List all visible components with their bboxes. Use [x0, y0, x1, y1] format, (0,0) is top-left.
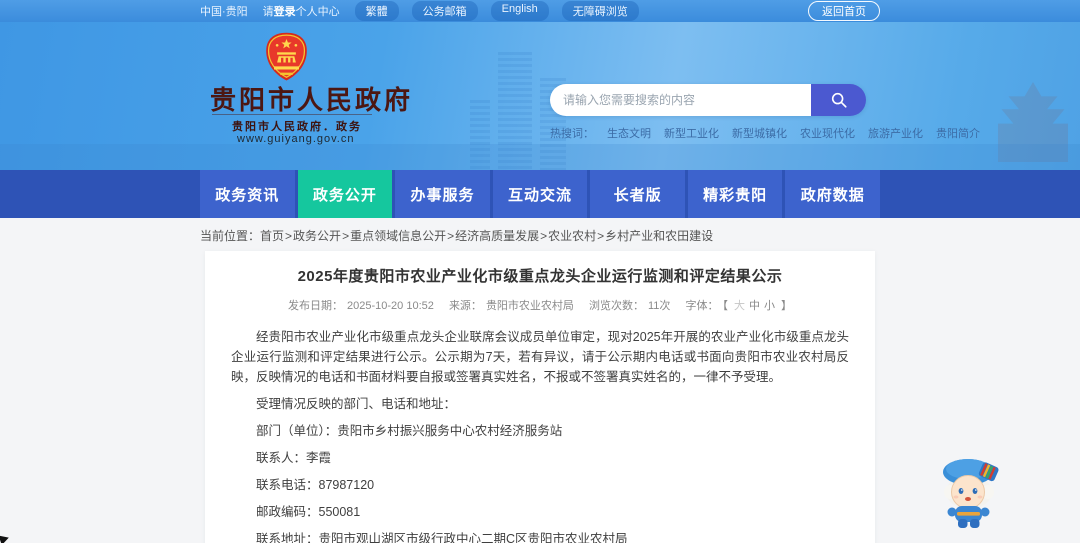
- breadcrumb-separator: >: [342, 229, 350, 243]
- article-card: 2025年度贵阳市农业产业化市级重点龙头企业运行监测和评定结果公示 发布日期： 2…: [205, 251, 875, 543]
- bracket-open: 【: [722, 300, 728, 312]
- font-size-option[interactable]: 小: [764, 300, 775, 312]
- login-bold: 登录: [273, 6, 296, 18]
- national-emblem-icon: [266, 32, 307, 81]
- hot-search-word[interactable]: 新型工业化: [664, 125, 719, 141]
- hot-search-word[interactable]: 贵阳简介: [936, 125, 980, 141]
- breadcrumb-label: 当前位置：: [200, 229, 261, 243]
- return-home-button[interactable]: 返回首页: [808, 1, 880, 21]
- font-size-option[interactable]: 大: [734, 300, 745, 312]
- contact-line: 部门（单位）：贵阳市乡村振兴服务中心农村经济服务站: [256, 424, 563, 438]
- title-divider: [212, 114, 372, 115]
- contact-info-block: 部门（单位）：贵阳市乡村振兴服务中心农村经济服务站 联系人：李霞联系电话：8798…: [231, 421, 849, 543]
- hot-search-words: 生态文明 新型工业化 新型城镇化 农业现代化 旅游产业化 贵阳简介: [607, 125, 980, 141]
- contact-line: 联系电话：87987120: [256, 478, 375, 492]
- nav-tab[interactable]: 长者版: [590, 170, 685, 218]
- region-link[interactable]: 中国·贵阳: [200, 3, 248, 19]
- font-size-label: 字体：: [685, 300, 719, 312]
- breadcrumb-link[interactable]: 乡村产业和农田建设: [605, 229, 713, 243]
- breadcrumb: 当前位置：首页>政务公开>重点领域信息公开>经济高质量发展>农业农村>乡村产业和…: [200, 227, 880, 244]
- login-suffix: 个人中心: [295, 6, 340, 18]
- breadcrumb-link[interactable]: 重点领域信息公开: [350, 229, 446, 243]
- login-link[interactable]: 请登录个人中心: [263, 3, 340, 19]
- topbar-pill-link[interactable]: English: [490, 1, 549, 21]
- main-nav: 政务资讯 政务公开 办事服务 互动交流 长者版 精彩贵阳 政府数据: [0, 170, 1080, 218]
- mouse-cursor: [0, 532, 11, 543]
- login-prefix: 请: [262, 6, 274, 18]
- font-size-option[interactable]: 中: [749, 300, 760, 312]
- hot-search-word[interactable]: 生态文明: [607, 125, 651, 141]
- publish-date: 2025-10-20 10:52: [347, 300, 434, 312]
- site-url: www.guiyang.gov.cn: [237, 133, 355, 145]
- contact-line: 联系人：李霞: [256, 451, 332, 465]
- nav-tab[interactable]: 政务资讯: [200, 170, 295, 218]
- topbar-pill-link[interactable]: 繁體: [354, 1, 399, 21]
- mascot-character: [943, 459, 999, 528]
- breadcrumb-link[interactable]: 首页: [260, 229, 284, 243]
- reception-line: 受理情况反映的部门、电话和地址：: [256, 397, 457, 411]
- hot-search-word[interactable]: 新型城镇化: [732, 125, 787, 141]
- topbar-pill-group: 繁體 公务邮箱 English 无障碍浏览: [354, 1, 639, 21]
- breadcrumb-link[interactable]: 农业农村: [548, 229, 596, 243]
- hot-search-word[interactable]: 旅游产业化: [868, 125, 923, 141]
- breadcrumb-separator: >: [447, 229, 455, 243]
- search-icon: [831, 92, 847, 108]
- breadcrumb-separator: >: [597, 229, 605, 243]
- nav-tab[interactable]: 政府数据: [785, 170, 881, 218]
- topbar-pill-link[interactable]: 公务邮箱: [411, 1, 478, 21]
- views-label: 浏览次数：: [589, 300, 644, 312]
- bracket-close: 】: [780, 300, 792, 312]
- breadcrumb-separator: >: [285, 229, 293, 243]
- header-banner: 贵阳市人民政府 贵阳市人民政府．政务 www.guiyang.gov.cn 热搜…: [0, 22, 1080, 170]
- publish-label: 发布日期：: [288, 300, 344, 312]
- hot-search-label: 热搜词：: [550, 128, 594, 140]
- article-meta: 发布日期： 2025-10-20 10:52 来源： 贵阳市农业农村局 浏览次数： 1…: [231, 297, 849, 313]
- site-title: 贵阳市人民政府: [210, 85, 414, 115]
- nav-tab[interactable]: 精彩贵阳: [687, 170, 783, 218]
- nav-tab[interactable]: 政务公开: [297, 170, 393, 218]
- article-title: 2025年度贵阳市农业产业化市级重点龙头企业运行监测和评定结果公示: [297, 268, 783, 285]
- breadcrumb-link[interactable]: 经济高质量发展: [455, 229, 539, 243]
- topbar-pill-link[interactable]: 无障碍浏览: [561, 1, 639, 21]
- article-intro-paragraph: 经贵阳市农业产业化市级重点龙头企业联席会议成员单位审定，现对2025年开展的农业…: [231, 330, 849, 384]
- hot-search-word[interactable]: 农业现代化: [800, 125, 855, 141]
- nav-tab[interactable]: 办事服务: [395, 170, 490, 218]
- search-area: 热搜词： 生态文明新型工业化新型城镇化农业现代化旅游产业化贵阳简介: [550, 84, 980, 141]
- source-label: 来源：: [448, 300, 482, 312]
- source-value: 贵阳市农业农村局: [485, 300, 574, 312]
- top-utility-bar: 中国·贵阳 请登录个人中心 繁體 公务邮箱 English 无障碍浏览 返回首页: [0, 0, 1080, 22]
- breadcrumb-separator: >: [540, 229, 548, 243]
- views-value: 11次: [648, 300, 671, 312]
- contact-line: 邮政编码：550081: [256, 505, 361, 519]
- site-subtitle: 贵阳市人民政府．政务: [232, 121, 362, 133]
- search-input[interactable]: [550, 84, 811, 116]
- breadcrumb-link[interactable]: 政务公开: [293, 229, 341, 243]
- nav-tab[interactable]: 互动交流: [492, 170, 588, 218]
- search-button[interactable]: [811, 84, 866, 116]
- contact-line: 联系地址：贵阳市观山湖区市级行政中心二期C区贵阳市农业农村局: [256, 532, 628, 543]
